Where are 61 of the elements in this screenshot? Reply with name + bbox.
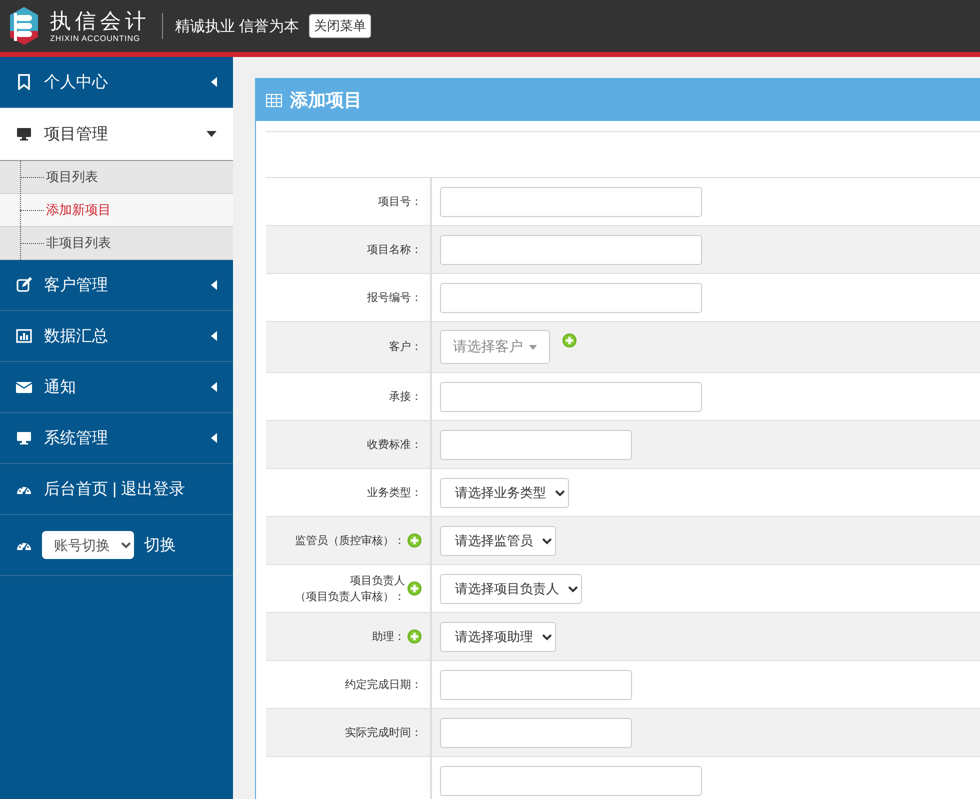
- text-field[interactable]: [440, 186, 702, 216]
- select-field[interactable]: 请选择监管员: [440, 526, 556, 556]
- text-field[interactable]: [440, 234, 702, 264]
- field-label: 项目号：: [378, 194, 422, 210]
- caret-down-icon: [529, 344, 537, 350]
- sidebar-menu-item[interactable]: 系统管理: [0, 413, 233, 464]
- logo-icon: [8, 6, 40, 46]
- caret-left-icon: [211, 331, 217, 341]
- select-field[interactable]: 请选择项目负责人: [440, 574, 582, 604]
- switch-label: 切换: [144, 536, 177, 556]
- field-label: 报号编号：: [367, 290, 422, 306]
- caret-left-icon: [211, 433, 217, 443]
- field-label: 实际完成时间：: [345, 726, 422, 740]
- close-menu-button[interactable]: 关闭菜单: [309, 14, 372, 38]
- select-field[interactable]: 请选择项助理: [440, 622, 556, 652]
- home-logout-link[interactable]: 后台首页 | 退出登录: [44, 478, 217, 500]
- field-label: 业务类型：: [367, 486, 422, 500]
- add-icon[interactable]: [562, 333, 577, 348]
- submenu-item[interactable]: 项目列表: [46, 168, 98, 186]
- menu-icon: [16, 126, 32, 142]
- table-icon: [266, 94, 282, 106]
- add-icon[interactable]: [407, 533, 422, 548]
- field-label: 项目名称：: [367, 242, 422, 258]
- menu-icon: [16, 277, 32, 293]
- menu-icon: [16, 328, 32, 344]
- field-label: （项目负责人审核）：: [295, 590, 405, 604]
- field-label: 项目负责人: [350, 574, 405, 588]
- select-field[interactable]: 请选择业务类型: [440, 478, 569, 508]
- brand-name: 执信会计: [50, 10, 150, 34]
- submenu-item[interactable]: 非项目列表: [46, 234, 111, 252]
- text-field[interactable]: [440, 718, 632, 748]
- sidebar-menu-item[interactable]: 通知: [0, 362, 233, 413]
- caret-left-icon: [211, 280, 217, 290]
- add-icon[interactable]: [407, 581, 422, 596]
- menu-icon: [16, 74, 32, 90]
- add-icon[interactable]: [407, 629, 422, 644]
- text-field[interactable]: [440, 282, 702, 312]
- panel-title: 添加项目: [290, 89, 362, 112]
- caret-left-icon: [211, 382, 217, 392]
- sidebar-menu-item[interactable]: 项目管理: [0, 108, 233, 161]
- text-field[interactable]: [440, 430, 632, 460]
- customer-dropdown[interactable]: 请选择客户: [440, 330, 550, 364]
- field-label: 约定完成日期：: [345, 678, 422, 692]
- field-label: 收费标准：: [367, 438, 422, 452]
- menu-icon: [16, 379, 32, 395]
- field-label: 客户：: [389, 340, 422, 355]
- field-label: 助理：: [372, 630, 405, 644]
- sidebar-menu-item[interactable]: 客户管理: [0, 260, 233, 311]
- brand-subtitle: ZHIXIN ACCOUNTING: [50, 34, 142, 42]
- slogan: 精诚执业 信誉为本: [175, 16, 300, 36]
- submenu-item[interactable]: 添加新项目: [46, 201, 111, 219]
- sidebar-menu-item[interactable]: 数据汇总: [0, 311, 233, 362]
- text-field[interactable]: [440, 670, 632, 700]
- caret-left-icon: [211, 77, 217, 87]
- caret-down-icon: [206, 131, 217, 137]
- field-label: 承接：: [389, 390, 422, 404]
- text-field[interactable]: [440, 382, 702, 412]
- menu-icon: [16, 430, 32, 446]
- account-select[interactable]: 账号切换: [42, 531, 134, 559]
- text-field[interactable]: [440, 766, 702, 796]
- field-label: 监管员（质控审核）：: [295, 534, 405, 548]
